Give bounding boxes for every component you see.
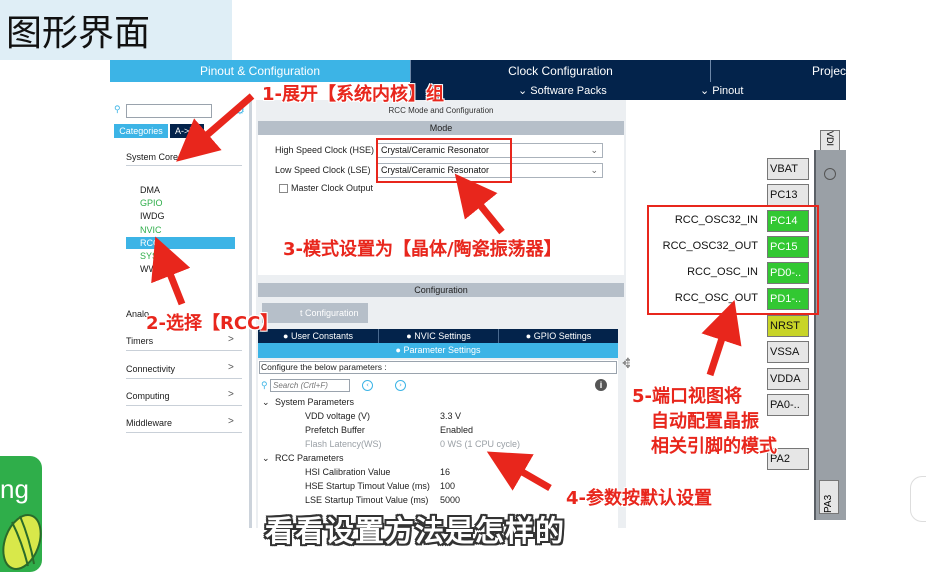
logo-text: ng: [0, 474, 29, 504]
annotation-arrows: [151, 93, 742, 492]
annotation-step3: 3-模式设置为【晶体/陶瓷振荡器】: [283, 239, 562, 260]
video-caption: 看看设置方法是怎样的: [265, 514, 566, 548]
arrow-step2: [151, 236, 191, 306]
arrow-step5: [701, 300, 742, 377]
annotation-step1: 1-展开【系统内核】组: [262, 84, 444, 105]
annotation-step5-line2: 自动配置晶振: [651, 411, 759, 432]
arrow-step1: [176, 93, 255, 162]
arrow-step4: [486, 451, 552, 492]
annotation-step2: 2-选择【RCC】: [146, 313, 279, 334]
annotation-step4: 4-参数按默认设置: [566, 488, 712, 509]
arrow-step3: [454, 173, 505, 235]
side-tab[interactable]: [910, 476, 926, 522]
annotation-step5-line1: 5-端口视图将: [632, 386, 742, 407]
annotation-step5-line3: 相关引脚的模式: [651, 436, 777, 457]
